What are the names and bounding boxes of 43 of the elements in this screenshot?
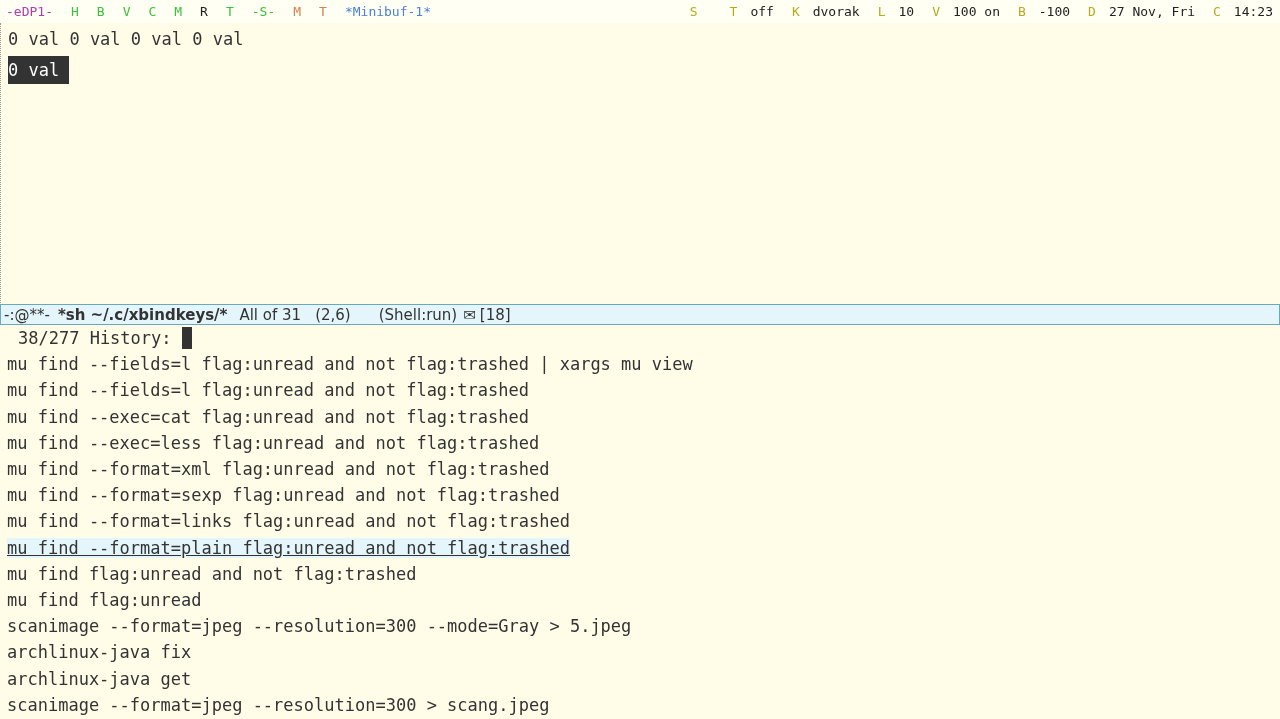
history-item[interactable]: archlinux-java fix [7,642,192,663]
mail-icon: ✉ [463,305,476,324]
history-item[interactable]: mu find flag:unread and not flag:trashed [7,563,417,584]
status-key: L [877,4,886,19]
status-value: 100 on [953,4,1000,19]
status-key: K [791,4,800,19]
status-key: V [932,4,940,19]
status-key: B [1017,4,1026,19]
history-item[interactable]: mu find flag:unread [7,589,202,610]
modeline-status: -:@**- [4,305,50,324]
status-key: T [729,4,738,19]
history-item[interactable]: mu find --exec=cat flag:unread and not flag:trashed [7,406,529,427]
history-item[interactable]: mu find --format=sexp flag:unread and not flag:trashed [7,485,560,506]
history-item[interactable]: mu find --format=plain flag:unread and not flag:trashed [7,537,570,558]
history-item[interactable]: archlinux-java get [7,668,192,689]
workspace-indicator[interactable]: R [200,4,208,19]
history-item[interactable]: mu find --fields=l flag:unread and not flag:trashed | xargs mu view [7,354,693,375]
buffer-name: *sh ~/.c/xbindkeys/* [57,305,228,324]
history-item[interactable]: mu find --fields=l flag:unread and not flag:trashed [7,380,529,401]
mail-count: [18] [479,305,511,324]
workspace-indicator[interactable]: *Minibuf-1* [344,4,431,19]
major-mode: (Shell:run) [378,305,458,324]
status-key: C [1213,4,1221,19]
status-key: D [1088,4,1096,19]
minibuffer-prompt: 38/277 History: [18,328,172,349]
status-key: S [689,4,698,19]
status-value: 14:23 [1233,4,1273,19]
buffer-position: All of 31 [239,305,302,324]
history-item[interactable]: scanimage --format=jpeg --resolution=300 > scang.jpeg [7,694,550,715]
history-item[interactable]: scanimage --format=jpeg --resolution=300 --mode=Gray > 5.jpeg [7,616,632,637]
workspace-indicator[interactable]: -eDP1- [6,4,53,19]
status-value: 10 [898,4,915,19]
status-value: off [750,4,774,19]
history-item[interactable]: mu find --format=xml flag:unread and not flag:trashed [7,459,550,480]
cursor-position: (2,6) [315,305,351,324]
status-value: -100 [1038,4,1071,19]
status-value: 27 Nov, Fri [1108,4,1196,19]
history-item[interactable]: mu find --exec=less flag:unread and not flag:trashed [7,432,540,453]
selected-text: 0 val [8,55,70,84]
text-line: 0 val 0 val 0 val 0 val [8,27,244,51]
history-item[interactable]: mu find --format=links flag:unread and not flag:trashed [7,511,570,532]
status-value: dvorak [812,4,860,19]
text-cursor [181,327,192,350]
